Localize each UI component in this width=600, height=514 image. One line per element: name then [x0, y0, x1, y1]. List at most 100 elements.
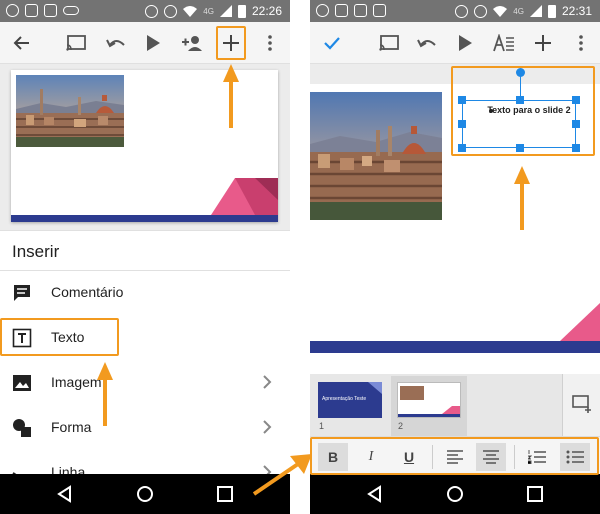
cast-icon [379, 35, 399, 51]
menu-item-comment[interactable]: Comentário [0, 271, 290, 315]
editor-toolbar [0, 22, 290, 64]
add-person-icon [182, 36, 202, 51]
alarm-icon [164, 4, 178, 18]
wifi-icon [493, 6, 508, 17]
slide-thumbnail-2-selected[interactable]: 2 [391, 376, 467, 436]
slide-number: 1 [319, 421, 325, 431]
menu-item-label: Imagem [51, 374, 102, 390]
chevron-right-icon [263, 420, 272, 434]
battery-icon [547, 4, 556, 18]
thumb-stripe [398, 414, 460, 417]
image-icon [13, 375, 31, 391]
undo-button[interactable] [101, 28, 131, 58]
document-icon [373, 4, 386, 17]
slide-filmstrip: Apresentação Teste 1 2 [310, 374, 600, 436]
undo-icon [106, 39, 125, 48]
undo-button[interactable] [412, 28, 442, 58]
signal-icon [219, 5, 232, 17]
gmail-icon [354, 4, 367, 17]
arrow-up-icon [97, 362, 113, 426]
highlight-text-item [0, 318, 119, 356]
menu-item-label: Comentário [51, 284, 124, 300]
nav-recents-icon[interactable] [525, 484, 545, 504]
slide-thumbnail-2 [397, 382, 461, 418]
arrow-up-icon [223, 64, 239, 128]
slide-corner-shape [211, 178, 278, 215]
slide-number: 2 [398, 421, 404, 431]
play-icon [459, 35, 472, 51]
more-vert-icon [268, 35, 272, 51]
document-icon [25, 4, 38, 17]
back-arrow-icon [13, 36, 29, 50]
divider [0, 230, 290, 231]
instagram-icon [335, 4, 348, 17]
voicemail-icon [63, 6, 79, 15]
cast-button[interactable] [61, 28, 91, 58]
nav-back-icon[interactable] [55, 484, 75, 504]
android-nav-bar [310, 474, 600, 514]
gmail-icon [44, 4, 57, 17]
battery-icon [237, 4, 246, 18]
tutorial-composite: 4G 22:26 Inserir Comentário Texto Imagem… [0, 0, 600, 514]
dnd-icon [455, 4, 469, 18]
back-button[interactable] [6, 28, 36, 58]
more-options-button[interactable] [566, 28, 596, 58]
florence-photo[interactable] [310, 92, 442, 220]
thumb-corner-shape [442, 406, 460, 414]
highlight-text-box [451, 66, 595, 156]
network-label: 4G [513, 6, 524, 16]
highlight-add-button [216, 26, 246, 60]
slide-stripe [310, 341, 600, 353]
slide-thumbnail-1[interactable]: Apresentação Teste [318, 382, 382, 418]
system-icons: 4G 22:31 [455, 4, 592, 18]
new-slide-button[interactable] [562, 374, 600, 436]
status-bar: 4G 22:31 [310, 0, 600, 22]
share-button[interactable] [177, 28, 207, 58]
plus-icon [535, 35, 551, 51]
notification-icons [6, 4, 79, 17]
present-button[interactable] [138, 28, 168, 58]
add-slide-icon [572, 395, 591, 413]
done-button[interactable] [317, 28, 347, 58]
arrow-up-icon [514, 166, 530, 230]
phone-screen-left: 4G 22:26 Inserir Comentário Texto Imagem… [0, 0, 290, 514]
present-button[interactable] [450, 28, 480, 58]
nav-home-icon[interactable] [445, 484, 465, 504]
phone-screen-right: 4G 22:31 Texto para o slide 2 Apresentaç… [310, 0, 600, 514]
more-options-button[interactable] [255, 28, 285, 58]
chevron-right-icon [263, 375, 272, 389]
signal-icon [529, 5, 542, 17]
wifi-icon [183, 6, 198, 17]
text-format-button[interactable] [489, 28, 519, 58]
shape-icon [13, 419, 31, 437]
messenger-icon [316, 4, 329, 17]
florence-photo [16, 75, 124, 147]
highlight-format-bar [310, 437, 599, 475]
android-nav-bar [0, 474, 290, 514]
status-bar: 4G 22:26 [0, 0, 290, 22]
nav-back-icon[interactable] [365, 484, 385, 504]
cast-button[interactable] [374, 28, 404, 58]
thumbnail-title: Apresentação Teste [322, 396, 367, 402]
insert-menu-title: Inserir [12, 242, 60, 261]
play-icon [147, 35, 160, 51]
check-icon [324, 37, 340, 50]
thumb-image [400, 386, 424, 400]
alarm-icon [474, 4, 488, 18]
menu-item-label: Forma [51, 419, 92, 435]
cast-icon [66, 35, 86, 51]
menu-item-shape[interactable]: Forma [0, 406, 290, 450]
system-icons: 4G 22:26 [145, 4, 282, 18]
notification-icons [316, 4, 386, 17]
slide-corner-shape [560, 303, 600, 341]
dnd-icon [145, 4, 159, 18]
nav-home-icon[interactable] [135, 484, 155, 504]
nav-recents-icon[interactable] [215, 484, 235, 504]
insert-add-button[interactable] [528, 28, 558, 58]
thumb-corner-shape [368, 382, 382, 394]
arrow-diagonal-icon [252, 454, 312, 496]
menu-item-image[interactable]: Imagem [0, 361, 290, 405]
slide-stripe [11, 215, 278, 222]
messenger-icon [6, 4, 19, 17]
status-time: 22:26 [251, 4, 282, 18]
